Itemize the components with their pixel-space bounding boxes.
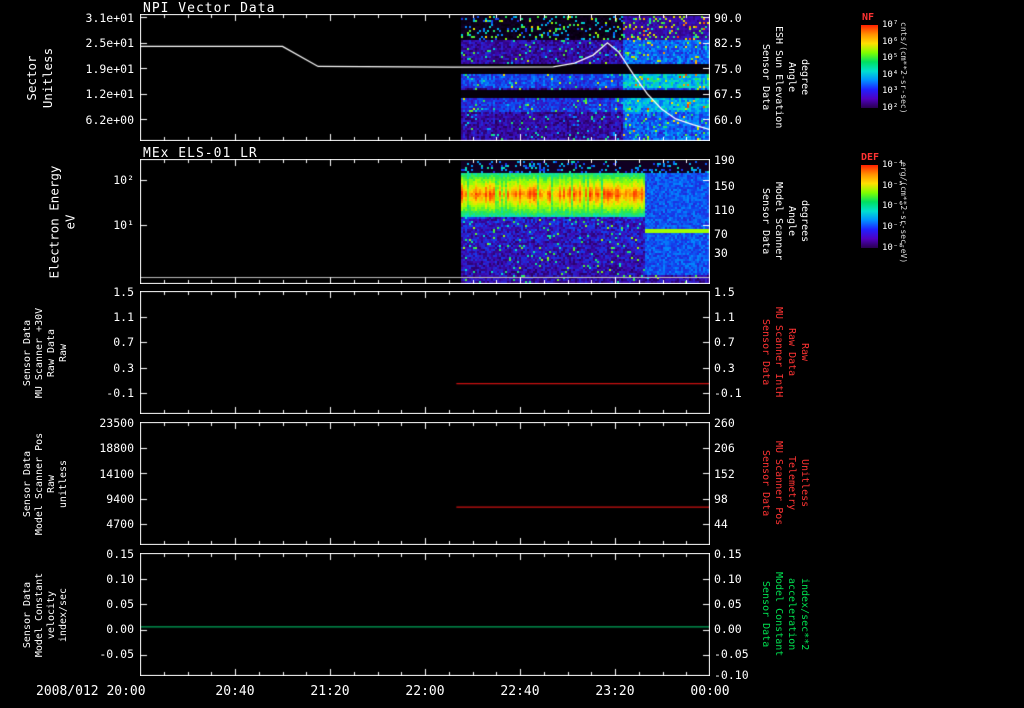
colorbar-tick-label: 10⁶ xyxy=(882,37,899,47)
model-constant-panel xyxy=(140,553,710,676)
tick-label: 98 xyxy=(714,492,728,506)
els-spectrogram-panel xyxy=(140,159,710,284)
tick-label: 110 xyxy=(714,203,735,217)
x-axis-tick-label: 22:40 xyxy=(500,684,540,699)
tick-label: 10¹ xyxy=(113,218,134,232)
tick-label: 30 xyxy=(714,246,728,260)
x-axis-tick-label: 00:00 xyxy=(690,684,730,699)
panel5-y-left-label: Sensor Data Model Constant velocity inde… xyxy=(22,572,70,657)
tick-label: -0.10 xyxy=(714,668,749,682)
tick-label: 4700 xyxy=(106,517,134,531)
tick-label: 0.15 xyxy=(106,547,134,561)
colorbar-def-unit: erg/(cm**2-sr-sec-eV) xyxy=(899,162,908,264)
tick-label: 14100 xyxy=(99,467,134,481)
tick-label: 1.9e+01 xyxy=(85,62,134,76)
tick-label: 0.15 xyxy=(714,547,742,561)
tick-label: 90.0 xyxy=(714,11,742,25)
panel2-y-right-label: Sensor Data Model Scanner Angle degrees xyxy=(760,182,810,261)
tick-label: 0.3 xyxy=(714,361,735,375)
tick-label: 0.10 xyxy=(106,572,134,586)
tick-label: 2.5e+01 xyxy=(85,36,134,50)
tick-label: 82.5 xyxy=(714,36,742,50)
colorbar-tick-label: 10⁷ xyxy=(882,20,899,30)
tick-label: 150 xyxy=(714,179,735,193)
plot-page: { "window": {"background": "#000000"}, "… xyxy=(0,0,1024,708)
x-axis-tick-label: 23:20 xyxy=(595,684,635,699)
tick-label: 0.7 xyxy=(714,335,735,349)
npi-spectrogram-panel xyxy=(140,14,710,141)
tick-label: 1.2e+01 xyxy=(85,87,134,101)
tick-label: 152 xyxy=(714,467,735,481)
x-axis-tick-label: 22:00 xyxy=(405,684,445,699)
colorbar-tick-label: 10³ xyxy=(882,86,899,96)
tick-label: 9400 xyxy=(106,492,134,506)
tick-label: 0.10 xyxy=(714,572,742,586)
x-axis-tick-label: 21:20 xyxy=(310,684,350,699)
tick-label: 260 xyxy=(714,416,735,430)
tick-label: 6.2e+00 xyxy=(85,113,134,127)
scanner-pos-panel xyxy=(140,422,710,545)
colorbar-def xyxy=(861,165,878,248)
tick-label: 1.5 xyxy=(714,285,735,299)
colorbar-tick-label: 10² xyxy=(882,103,899,113)
tick-label: 10² xyxy=(113,173,134,187)
tick-label: 0.05 xyxy=(714,597,742,611)
tick-label: 75.0 xyxy=(714,62,742,76)
panel1-y-left-label: Sector Unitless xyxy=(24,47,55,108)
tick-label: 0.05 xyxy=(106,597,134,611)
panel3-y-left-label: Sensor Data MU Scanner +30V Raw Data Raw xyxy=(22,307,69,398)
tick-label: 18800 xyxy=(99,441,134,455)
tick-label: 23500 xyxy=(99,416,134,430)
tick-label: 1.5 xyxy=(113,285,134,299)
tick-label: 1.1 xyxy=(113,310,134,324)
tick-label: -0.1 xyxy=(106,386,134,400)
tick-label: 0.00 xyxy=(106,622,134,636)
tick-label: -0.05 xyxy=(714,647,749,661)
tick-label: 3.1e+01 xyxy=(85,11,134,25)
tick-label: 0.3 xyxy=(113,361,134,375)
mu-scanner-raw-panel xyxy=(140,291,710,414)
tick-label: -0.1 xyxy=(714,386,742,400)
tick-label: 44 xyxy=(714,517,728,531)
x-axis-tick-label: 20:40 xyxy=(215,684,255,699)
colorbar-tick-label: 10⁵ xyxy=(882,53,899,63)
colorbar-nf xyxy=(861,25,878,108)
tick-label: 190 xyxy=(714,153,735,167)
tick-label: 206 xyxy=(714,441,735,455)
colorbar-tick-label: 10⁴ xyxy=(882,70,899,80)
tick-label: 0.7 xyxy=(113,335,134,349)
colorbar-nf-title: NF xyxy=(862,12,875,23)
colorbar-def-title: DEF xyxy=(861,152,880,163)
tick-label: 60.0 xyxy=(714,113,742,127)
panel4-y-left-label: Sensor Data Model Scanner Pos Raw unitle… xyxy=(22,432,70,535)
tick-label: 70 xyxy=(714,227,728,241)
tick-label: 1.1 xyxy=(714,310,735,324)
tick-label: 0.00 xyxy=(714,622,742,636)
tick-label: 67.5 xyxy=(714,87,742,101)
tick-label: -0.05 xyxy=(99,647,134,661)
x-axis-date-label: 2008/012 20:00 xyxy=(36,684,146,699)
colorbar-nf-unit: cnts/(cm**2-sr-sec) xyxy=(899,22,908,114)
